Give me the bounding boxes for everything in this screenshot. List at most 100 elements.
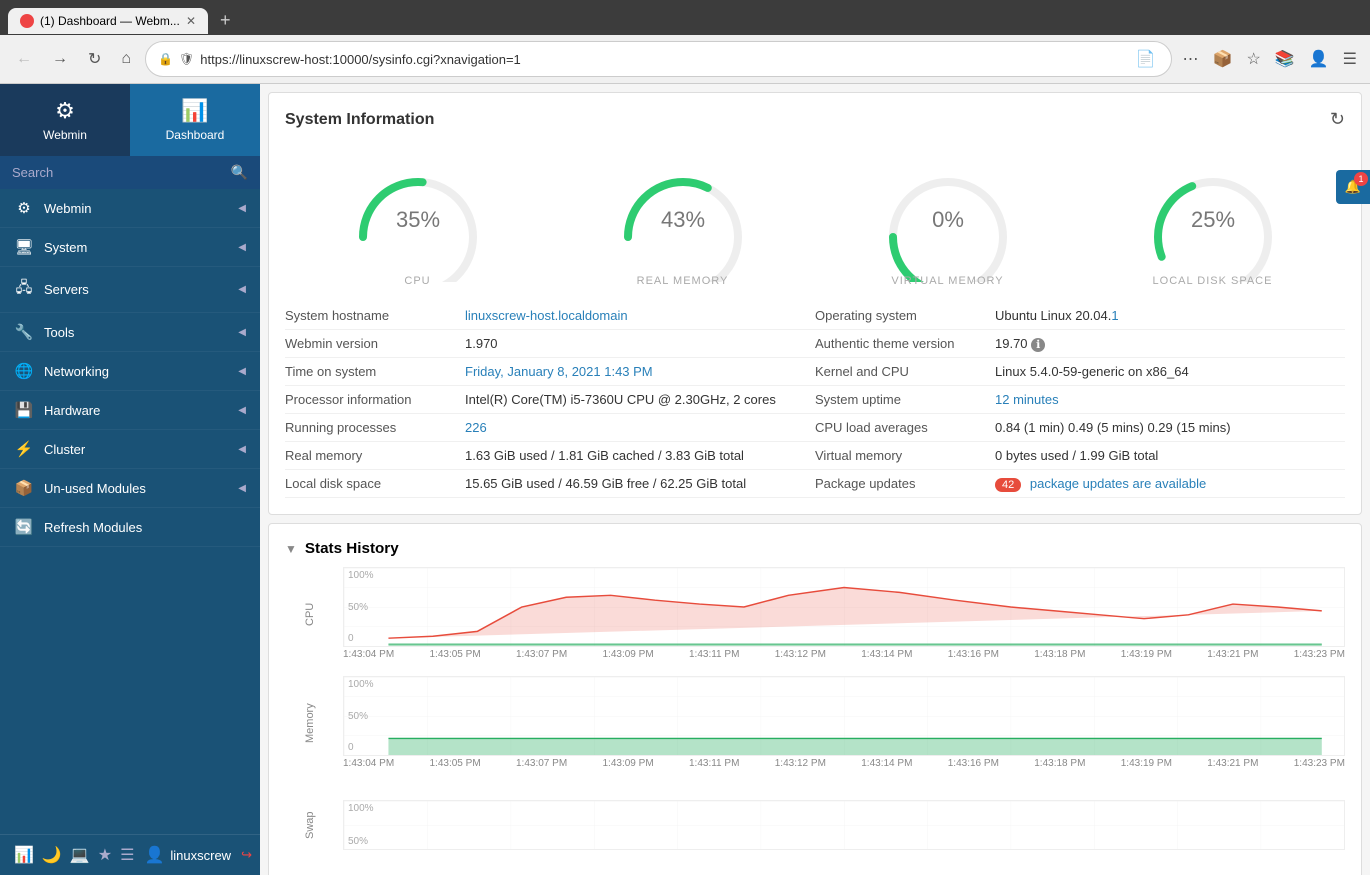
sidebar-item-label: Cluster xyxy=(44,442,238,457)
cpu-gauge-container: 35% CPU xyxy=(338,152,498,282)
notification-bell[interactable]: 🔔 1 xyxy=(1336,170,1370,204)
cluster-nav-icon: ⚡ xyxy=(14,440,34,458)
real-memory-label: Real memory xyxy=(285,448,465,463)
chevron-right-icon: ◀ xyxy=(238,327,246,338)
favorites-icon[interactable]: ★ xyxy=(98,845,112,865)
swap-chart-row: Swap 100% 50% xyxy=(285,785,1345,865)
info-icon[interactable]: ℹ xyxy=(1031,338,1045,352)
sidebar-item-servers[interactable]: 🖧 Servers ◀ xyxy=(0,267,260,313)
stats-icon[interactable]: 📊 xyxy=(14,845,34,865)
sidebar-item-refresh-modules[interactable]: 🔄 Refresh Modules xyxy=(0,508,260,547)
active-tab[interactable]: (1) Dashboard — Webm... ✕ xyxy=(8,8,208,34)
main-content: 🔔 1 System Information ↻ 35% xyxy=(260,84,1370,875)
browser-controls: ← → ↻ ⌂ 🔒 🛡 https://linuxscrew-host:1000… xyxy=(0,35,1370,84)
settings-icon[interactable]: ☰ xyxy=(120,845,134,865)
sidebar-item-webmin[interactable]: ⚙ Webmin ◀ xyxy=(0,189,260,228)
back-button[interactable]: ← xyxy=(10,47,38,71)
virtual-memory-info-label: Virtual memory xyxy=(815,448,995,463)
address-bar[interactable]: 🔒 🛡 https://linuxscrew-host:10000/sysinf… xyxy=(145,41,1171,77)
chevron-right-icon: ◀ xyxy=(238,405,246,416)
theme-version-label: Authentic theme version xyxy=(815,336,995,351)
dashboard-label: Dashboard xyxy=(166,128,225,142)
search-input[interactable] xyxy=(12,165,225,180)
sidebar-dashboard-button[interactable]: 📊 Dashboard xyxy=(130,84,260,156)
system-nav-icon: 🖥 xyxy=(14,238,34,256)
package-updates-link[interactable]: package updates are available xyxy=(1030,476,1206,491)
memory-chart: 100% 50% 0 xyxy=(343,676,1345,756)
info-row-load: CPU load averages 0.84 (1 min) 0.49 (5 m… xyxy=(815,414,1345,442)
info-left-col: System hostname linuxscrew-host.localdom… xyxy=(285,302,815,498)
forward-button[interactable]: → xyxy=(46,47,74,71)
local-disk-gauge-label: LOCAL DISK SPACE xyxy=(1133,275,1293,287)
os-link[interactable]: 1 xyxy=(1111,308,1118,323)
url-display: https://linuxscrew-host:10000/sysinfo.cg… xyxy=(200,52,1126,67)
sidebar-header: ⚙ Webmin 📊 Dashboard xyxy=(0,84,260,156)
library-button[interactable]: 📚 xyxy=(1272,46,1298,72)
info-row-processes: Running processes 226 xyxy=(285,414,815,442)
sidebar-item-label: Un-used Modules xyxy=(44,481,238,496)
stats-toggle-icon[interactable]: ▼ xyxy=(285,542,297,556)
bookmark-button[interactable]: ☆ xyxy=(1243,46,1263,72)
pocket-button[interactable]: 📦 xyxy=(1210,46,1236,72)
system-info-section: System Information ↻ 35% CPU xyxy=(268,92,1362,515)
processor-label: Processor information xyxy=(285,392,465,407)
local-disk-gauge-svg: 25% xyxy=(1133,152,1293,282)
svg-text:25%: 25% xyxy=(1190,207,1234,232)
system-info-grid: System hostname linuxscrew-host.localdom… xyxy=(285,302,1345,498)
time-link[interactable]: Friday, January 8, 2021 1:43 PM xyxy=(465,364,653,379)
home-button[interactable]: ⌂ xyxy=(115,47,137,71)
os-value: Ubuntu Linux 20.04.1 xyxy=(995,308,1119,323)
info-right-col: Operating system Ubuntu Linux 20.04.1 Au… xyxy=(815,302,1345,498)
sidebar-item-unused-modules[interactable]: 📦 Un-used Modules ◀ xyxy=(0,469,260,508)
theme-version-value: 19.70 ℹ xyxy=(995,336,1045,351)
os-label: Operating system xyxy=(815,308,995,323)
load-value: 0.84 (1 min) 0.49 (5 mins) 0.29 (15 mins… xyxy=(995,420,1231,435)
webmin-label: Webmin xyxy=(43,128,87,142)
terminal-icon[interactable]: 💻 xyxy=(70,845,90,865)
sidebar-item-tools[interactable]: 🔧 Tools ◀ xyxy=(0,313,260,352)
user-menu[interactable]: 👤 linuxscrew ↪ xyxy=(144,845,252,865)
svg-text:43%: 43% xyxy=(660,207,704,232)
tab-close-button[interactable]: ✕ xyxy=(186,14,196,28)
info-row-package-updates: Package updates 42 package updates are a… xyxy=(815,470,1345,498)
new-tab-button[interactable]: + xyxy=(212,6,239,35)
reload-button[interactable]: ↻ xyxy=(82,46,107,72)
url-path: /sysinfo.cgi?xnavigation=1 xyxy=(369,52,521,67)
gauges-row: 35% CPU 43% REAL MEMORY xyxy=(285,142,1345,302)
hostname-label: System hostname xyxy=(285,308,465,323)
processes-link[interactable]: 226 xyxy=(465,420,487,435)
sidebar-item-system[interactable]: 🖥 System ◀ xyxy=(0,228,260,267)
sync-button[interactable]: 👤 xyxy=(1306,46,1332,72)
night-mode-icon[interactable]: 🌙 xyxy=(42,845,62,865)
webmin-version-value: 1.970 xyxy=(465,336,498,351)
time-label: Time on system xyxy=(285,364,465,379)
sidebar-item-cluster[interactable]: ⚡ Cluster ◀ xyxy=(0,430,260,469)
sidebar-item-networking[interactable]: 🌐 Networking ◀ xyxy=(0,352,260,391)
cpu-chart-svg xyxy=(344,568,1344,646)
stats-history-section: ▼ Stats History CPU 100% 50% 0 xyxy=(268,523,1362,875)
memory-chart-row: Memory 100% 50% 0 xyxy=(285,676,1345,769)
sidebar-item-hardware[interactable]: 💾 Hardware ◀ xyxy=(0,391,260,430)
info-row-uptime: System uptime 12 minutes xyxy=(815,386,1345,414)
extensions-button[interactable]: ⋯ xyxy=(1180,46,1202,72)
refresh-button[interactable]: ↻ xyxy=(1330,109,1345,130)
processes-label: Running processes xyxy=(285,420,465,435)
package-update-badge: 42 xyxy=(995,478,1021,492)
uptime-link[interactable]: 12 minutes xyxy=(995,392,1059,407)
logout-icon[interactable]: ↪ xyxy=(241,847,252,863)
virtual-memory-gauge: 0% VIRTUAL MEMORY xyxy=(848,152,1048,282)
menu-button[interactable]: ☰ xyxy=(1340,46,1360,72)
chevron-right-icon: ◀ xyxy=(238,483,246,494)
info-row-processor: Processor information Intel(R) Core(TM) … xyxy=(285,386,815,414)
refresh-modules-nav-icon: 🔄 xyxy=(14,518,34,536)
chevron-right-icon: ◀ xyxy=(238,444,246,455)
sidebar-webmin-button[interactable]: ⚙ Webmin xyxy=(0,84,130,156)
cpu-y-ticks: 100% 50% 0 xyxy=(344,568,378,646)
hostname-link[interactable]: linuxscrew-host.localdomain xyxy=(465,308,628,323)
reader-mode-button[interactable]: 📄 xyxy=(1133,46,1159,72)
virtual-memory-gauge-svg: 0% xyxy=(868,152,1028,282)
memory-chart-svg xyxy=(344,677,1344,755)
cpu-chart: 100% 50% 0 xyxy=(343,567,1345,647)
hostname-value: linuxscrew-host.localdomain xyxy=(465,308,628,323)
processor-value: Intel(R) Core(TM) i5-7360U CPU @ 2.30GHz… xyxy=(465,392,776,407)
